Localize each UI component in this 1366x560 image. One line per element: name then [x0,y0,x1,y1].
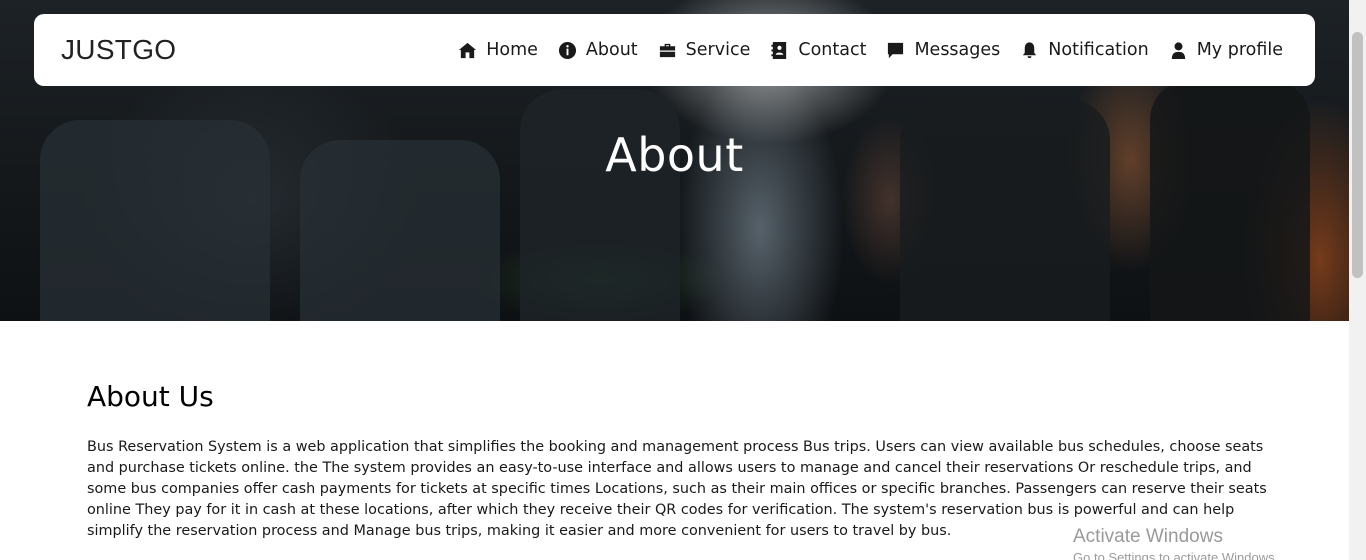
watermark-title: Activate Windows [1073,526,1223,547]
navbar: JUSTGO Home About Service Contact Messag… [34,14,1315,86]
nav-label-home: Home [486,40,538,60]
scrollbar-thumb[interactable] [1352,32,1363,278]
nav-item-messages[interactable]: Messages [886,40,1000,60]
info-circle-icon [558,41,577,60]
brand-logo[interactable]: JUSTGO [61,34,176,66]
user-icon [1169,41,1188,60]
nav-label-contact: Contact [798,40,867,60]
nav-item-service[interactable]: Service [658,40,751,60]
message-bubble-icon [886,41,905,60]
nav-item-home[interactable]: Home [458,40,538,60]
activate-windows-watermark: Activate Windows Go to Settings to activ… [1073,526,1278,560]
briefcase-icon [658,41,677,60]
hero-title: About [605,128,744,182]
nav-item-about[interactable]: About [558,40,638,60]
nav-label-messages: Messages [914,40,1001,60]
about-section: About Us Bus Reservation System is a web… [87,380,1267,542]
nav-label-notification: Notification [1048,40,1149,60]
nav-item-contact[interactable]: Contact [770,40,866,60]
nav-label-about: About [585,40,638,60]
page-scrollbar[interactable] [1349,0,1366,560]
nav-menu: Home About Service Contact Messages Noti… [458,40,1283,60]
nav-label-profile: My profile [1196,40,1283,60]
house-icon [458,41,477,60]
contact-card-icon [770,41,789,60]
nav-item-profile[interactable]: My profile [1169,40,1283,60]
nav-label-service: Service [685,40,751,60]
bell-icon [1020,41,1039,60]
watermark-subtitle: Go to Settings to activate Windows. [1073,550,1279,560]
nav-item-notification[interactable]: Notification [1020,40,1149,60]
section-title: About Us [87,380,214,413]
